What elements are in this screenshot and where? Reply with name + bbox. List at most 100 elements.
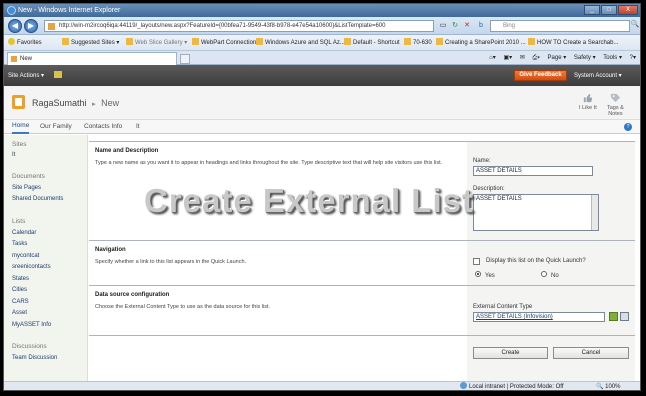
name-description-help: Type a new name as you want it to appear… [95, 160, 443, 166]
minimize-button[interactable]: _ [584, 5, 600, 15]
ql-heading-lists[interactable]: Lists [12, 218, 25, 225]
radio-yes[interactable] [475, 271, 481, 277]
forward-button[interactable]: ▶ [24, 19, 38, 33]
favorites-button[interactable]: Favorites [8, 35, 42, 50]
fav-creating-sharepoint[interactable]: Creating a SharePoint 2010 ... [436, 35, 526, 50]
ql-item-cities[interactable]: Cities [12, 287, 27, 293]
search-input[interactable]: Bing [490, 20, 630, 32]
ql-item-sreenicontacts[interactable]: sreenicontacts [12, 264, 51, 270]
help-icon[interactable]: ? [624, 123, 632, 131]
top-navigation: Home Our Family Contacts Info It ? [4, 120, 640, 134]
breadcrumb-site[interactable]: RagaSumathi [32, 98, 87, 108]
ql-item-tasks[interactable]: Tasks [12, 241, 27, 247]
search-placeholder: Bing [503, 23, 516, 29]
name-label: Name: [473, 158, 491, 164]
print-icon[interactable]: ⎙▾ [533, 55, 540, 61]
name-description-title: Name and Description [95, 148, 159, 154]
home-icon[interactable]: ⌂▾ [489, 55, 496, 61]
datasource-section: External Content Type ASSET DETAILS (Inf… [89, 285, 635, 335]
datasource-title: Data source configuration [95, 292, 170, 298]
ect-label: External Content Type [473, 304, 533, 310]
mail-icon[interactable]: ✉ [520, 55, 525, 61]
fav-how-to-create[interactable]: HOW TO Create a Searchab... [528, 35, 618, 50]
help-menu[interactable]: ?▾ [630, 55, 636, 61]
ql-item-states[interactable]: States [12, 276, 29, 282]
fav-default-shortcut[interactable]: Default - Shortcut [344, 35, 400, 50]
fav-web-slice-gallery[interactable]: Web Slice Gallery ▾ [126, 35, 187, 50]
i-like-it-button[interactable]: I Like It [579, 92, 597, 111]
zoom-level[interactable]: 🔍 100% [596, 382, 621, 390]
browse-icon[interactable] [620, 312, 629, 321]
url-text: http://win-m2ircoq6iqa:44119/_layouts/ne… [59, 23, 386, 29]
tab-new[interactable]: New [7, 52, 177, 65]
favorites-bar: Favorites Suggested Sites ▾ Web Slice Ga… [4, 35, 640, 51]
ect-picker[interactable]: ASSET DETAILS (Infovision) [473, 312, 605, 322]
ql-item-asset[interactable]: Asset [12, 310, 27, 316]
command-bar: ⌂▾ ▣▾ ✉ ⎙▾ Page ▾ Safety ▾ Tools ▾ ?▾ [483, 51, 636, 65]
give-feedback-button[interactable]: Give Feedback [514, 70, 567, 81]
nav-our-family[interactable]: Our Family [40, 120, 72, 134]
quick-launch-question: Display this list on the Quick Launch? [486, 258, 586, 264]
fav-70-630[interactable]: 70-630 [404, 35, 432, 50]
fav-webpart-connection[interactable]: WebPart Connection [192, 35, 256, 50]
navigation-section: Display this list on the Quick Launch? Y… [89, 240, 635, 285]
ql-item-it[interactable]: It [12, 152, 15, 158]
new-list-form: Name: ASSET DETAILS Description: ASSET D… [89, 135, 635, 381]
ql-item-mycontcat[interactable]: mycontcat [12, 253, 39, 259]
radio-no[interactable] [541, 271, 547, 277]
ql-heading-discussions[interactable]: Discussions [12, 343, 47, 350]
compatibility-icon[interactable]: ▭ [438, 21, 448, 31]
globe-icon [460, 382, 467, 389]
stop-icon[interactable]: ✕ [462, 21, 472, 31]
i-like-it-label: I Like It [579, 105, 597, 111]
page-icon [48, 23, 55, 30]
radio-yes-label: Yes [485, 273, 495, 279]
refresh-icon[interactable]: ↻ [450, 21, 460, 31]
ql-heading-sites[interactable]: Sites [12, 141, 26, 148]
fav-suggested-sites[interactable]: Suggested Sites ▾ [62, 35, 119, 50]
fav-windows-azure[interactable]: Windows Azure and SQL Az... [256, 35, 345, 50]
status-bar: Local intranet | Protected Mode: Off 🔍 1… [4, 381, 640, 390]
breadcrumb-separator: ▸ [92, 101, 96, 108]
ql-item-calendar[interactable]: Calendar [12, 230, 36, 236]
nav-contacts-info[interactable]: Contacts Info [84, 120, 122, 134]
site-actions-menu[interactable]: Site Actions ▾ [8, 72, 44, 79]
ql-heading-documents[interactable]: Documents [12, 173, 45, 180]
account-menu[interactable]: System Account ▾ [574, 72, 622, 79]
maximize-button[interactable]: □ [601, 5, 617, 15]
page-menu[interactable]: Page ▾ [548, 55, 567, 61]
breadcrumb-current: New [101, 98, 120, 108]
back-button[interactable]: ◀ [8, 19, 22, 33]
ql-item-site-pages[interactable]: Site Pages [12, 185, 41, 191]
browser-window: New - Windows Internet Explorer _ □ X ◀ … [3, 3, 641, 391]
security-zone[interactable]: Local intranet | Protected Mode: Off [460, 382, 564, 390]
safety-menu[interactable]: Safety ▾ [574, 55, 596, 61]
navigate-up-icon[interactable] [54, 71, 62, 78]
search-icon[interactable]: 🔍 [630, 20, 640, 30]
feeds-icon[interactable]: ▣▾ [503, 55, 512, 61]
button-row: Create Cancel [89, 335, 635, 381]
datasource-help: Choose the External Content Type to use … [95, 304, 271, 310]
ql-item-shared-documents[interactable]: Shared Documents [12, 196, 63, 202]
tools-menu[interactable]: Tools ▾ [603, 55, 622, 61]
tags-notes-button[interactable]: Tags & Notes [607, 92, 624, 117]
ql-item-team-discussion[interactable]: Team Discussion [12, 355, 57, 361]
create-button[interactable]: Create [473, 347, 548, 359]
address-bar: ◀ ▶ http://win-m2ircoq6iqa:44119/_layout… [4, 17, 640, 35]
nav-it[interactable]: It [136, 120, 140, 134]
navigation-title: Navigation [95, 247, 126, 253]
url-input[interactable]: http://win-m2ircoq6iqa:44119/_layouts/ne… [44, 20, 434, 32]
security-zone-text: Local intranet | Protected Mode: Off [469, 384, 564, 390]
name-input[interactable]: ASSET DETAILS [473, 166, 593, 176]
tags-notes-label-2: Notes [608, 111, 623, 117]
quick-launch-icon [473, 258, 480, 265]
new-tab-button[interactable] [180, 54, 190, 64]
site-header: RagaSumathi ▸ New I Like It Tags & Notes [4, 86, 640, 120]
close-button[interactable]: X [618, 5, 638, 15]
check-names-icon[interactable] [609, 312, 618, 321]
cancel-button[interactable]: Cancel [553, 347, 629, 359]
description-scrollbar[interactable] [591, 195, 598, 230]
ql-item-myasset-info[interactable]: MyASSET Info [12, 322, 51, 328]
ql-item-cars[interactable]: CARS [12, 299, 29, 305]
nav-home[interactable]: Home [12, 120, 30, 134]
